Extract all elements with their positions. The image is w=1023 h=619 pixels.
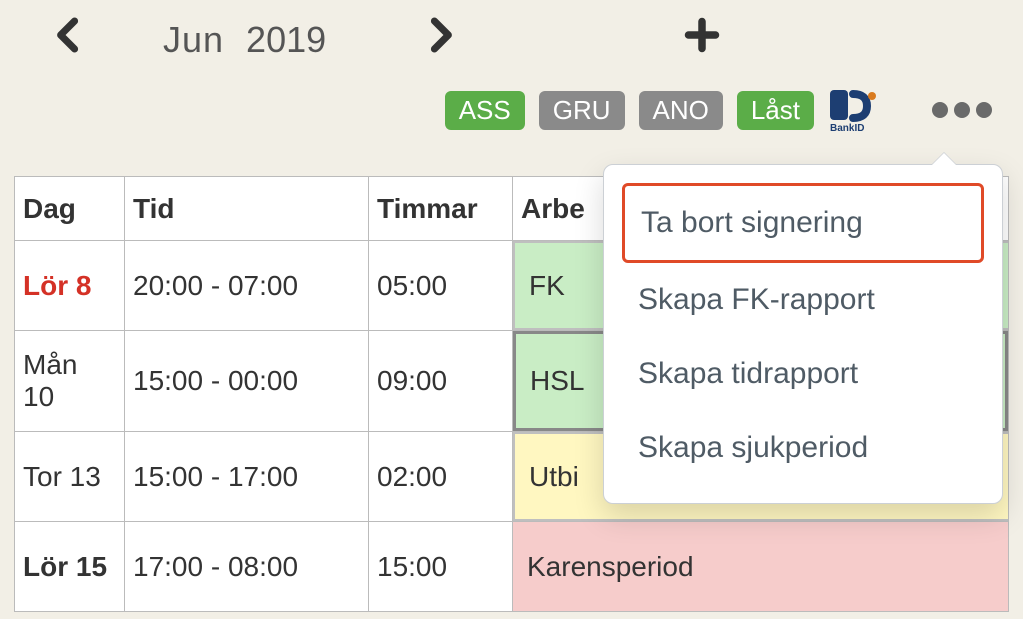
bankid-icon[interactable]: BankID xyxy=(828,88,878,132)
menu-create-sickperiod[interactable]: Skapa sjukperiod xyxy=(622,411,984,485)
filter-ano[interactable]: ANO xyxy=(639,91,723,130)
menu-remove-signature[interactable]: Ta bort signering xyxy=(622,183,984,263)
svg-text:BankID: BankID xyxy=(830,123,864,132)
filter-locked[interactable]: Låst xyxy=(737,91,814,130)
cell-day: Tor 13 xyxy=(15,432,125,522)
table-row[interactable]: Lör 15 17:00 - 08:00 15:00 Karensperiod xyxy=(15,522,1009,612)
arrow-right-icon xyxy=(426,17,454,53)
cell-hours: 15:00 xyxy=(369,522,513,612)
cell-time: 15:00 - 17:00 xyxy=(125,432,369,522)
month-year-label[interactable]: Jun 2019 xyxy=(163,19,326,61)
filter-ass[interactable]: ASS xyxy=(445,91,525,130)
cell-day: Lör 8 xyxy=(15,241,125,331)
header-time: Tid xyxy=(125,177,369,241)
plus-icon xyxy=(684,17,720,53)
more-menu-button[interactable] xyxy=(926,96,998,124)
cell-hours: 02:00 xyxy=(369,432,513,522)
cell-time: 15:00 - 00:00 xyxy=(125,331,369,432)
cell-hours: 05:00 xyxy=(369,241,513,331)
cell-day: Lör 15 xyxy=(15,522,125,612)
arrow-left-icon xyxy=(55,17,83,53)
dot-icon xyxy=(954,102,970,118)
cell-work: Karensperiod xyxy=(513,522,1009,612)
next-month-button[interactable] xyxy=(426,17,454,63)
cell-hours: 09:00 xyxy=(369,331,513,432)
menu-create-timereport[interactable]: Skapa tidrapport xyxy=(622,337,984,411)
add-button[interactable] xyxy=(684,17,720,63)
prev-month-button[interactable] xyxy=(55,17,83,63)
cell-time: 17:00 - 08:00 xyxy=(125,522,369,612)
cell-time: 20:00 - 07:00 xyxy=(125,241,369,331)
header-day: Dag xyxy=(15,177,125,241)
header-hours: Timmar xyxy=(369,177,513,241)
dot-icon xyxy=(932,102,948,118)
year-label: 2019 xyxy=(246,19,326,61)
filter-gru[interactable]: GRU xyxy=(539,91,625,130)
menu-create-fk-report[interactable]: Skapa FK-rapport xyxy=(622,263,984,337)
cell-day: Mån 10 xyxy=(15,331,125,432)
month-label: Jun xyxy=(163,19,224,61)
more-menu-popover: Ta bort signering Skapa FK-rapport Skapa… xyxy=(603,164,1003,504)
dot-icon xyxy=(976,102,992,118)
